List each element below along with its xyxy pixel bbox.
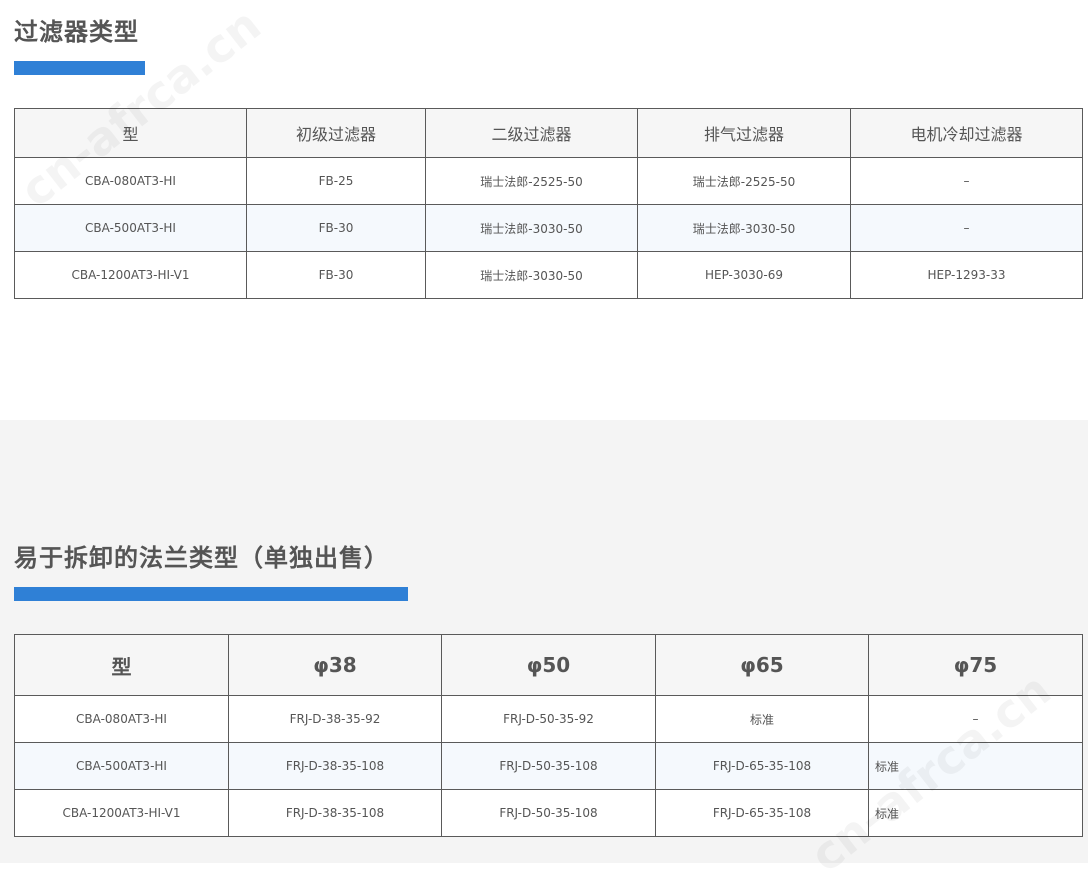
cell-phi50: FRJ-D-50-35-108 — [441, 742, 656, 790]
cell-model: CBA-1200AT3-HI-V1 — [14, 789, 229, 837]
cell-phi38: FRJ-D-38-35-92 — [228, 695, 442, 743]
cell-motor-cooling-filter: – — [850, 157, 1083, 205]
header-model: 型 — [14, 108, 247, 158]
cell-exhaust-filter: HEP-3030-69 — [637, 251, 851, 299]
cell-phi75: 标准 — [868, 742, 1083, 790]
section-title-flange-types: 易于拆卸的法兰类型（单独出售） — [14, 544, 389, 572]
table-header-row: 型 初级过滤器 二级过滤器 排气过滤器 电机冷却过滤器 — [14, 108, 1083, 158]
cell-phi38: FRJ-D-38-35-108 — [228, 789, 442, 837]
cell-exhaust-filter: 瑞士法郎-2525-50 — [637, 157, 851, 205]
cell-phi75: 标准 — [868, 789, 1083, 837]
cell-phi50: FRJ-D-50-35-108 — [441, 789, 656, 837]
cell-motor-cooling-filter: HEP-1293-33 — [850, 251, 1083, 299]
table-row: CBA-080AT3-HI FB-25 瑞士法郎-2525-50 瑞士法郎-25… — [14, 157, 1083, 205]
cell-secondary-filter: 瑞士法郎-3030-50 — [425, 204, 638, 252]
header-phi75: φ75 — [868, 634, 1083, 696]
cell-phi65: FRJ-D-65-35-108 — [655, 742, 869, 790]
filter-types-section: 过滤器类型 型 初级过滤器 二级过滤器 排气过滤器 电机冷却过滤器 CBA-08… — [0, 0, 1088, 420]
cell-secondary-filter: 瑞士法郎-2525-50 — [425, 157, 638, 205]
table-row: CBA-1200AT3-HI-V1 FB-30 瑞士法郎-3030-50 HEP… — [14, 251, 1083, 299]
header-phi50: φ50 — [441, 634, 656, 696]
cell-model: CBA-1200AT3-HI-V1 — [14, 251, 247, 299]
header-primary-filter: 初级过滤器 — [246, 108, 426, 158]
cell-model: CBA-500AT3-HI — [14, 204, 247, 252]
cell-model: CBA-080AT3-HI — [14, 695, 229, 743]
header-model: 型 — [14, 634, 229, 696]
header-phi65: φ65 — [655, 634, 869, 696]
filter-types-table: 型 初级过滤器 二级过滤器 排气过滤器 电机冷却过滤器 CBA-080AT3-H… — [14, 108, 1083, 299]
header-exhaust-filter: 排气过滤器 — [637, 108, 851, 158]
title-accent-bar — [14, 587, 408, 601]
table-header-row: 型 φ38 φ50 φ65 φ75 — [14, 634, 1083, 696]
cell-secondary-filter: 瑞士法郎-3030-50 — [425, 251, 638, 299]
table-row: CBA-080AT3-HI FRJ-D-38-35-92 FRJ-D-50-35… — [14, 695, 1083, 743]
flange-types-table: 型 φ38 φ50 φ65 φ75 CBA-080AT3-HI FRJ-D-38… — [14, 634, 1083, 837]
cell-exhaust-filter: 瑞士法郎-3030-50 — [637, 204, 851, 252]
title-accent-bar — [14, 61, 145, 75]
header-secondary-filter: 二级过滤器 — [425, 108, 638, 158]
table-row: CBA-1200AT3-HI-V1 FRJ-D-38-35-108 FRJ-D-… — [14, 789, 1083, 837]
cell-phi65: 标准 — [655, 695, 869, 743]
cell-phi75: – — [868, 695, 1083, 743]
cell-model: CBA-500AT3-HI — [14, 742, 229, 790]
cell-primary-filter: FB-25 — [246, 157, 426, 205]
cell-phi65: FRJ-D-65-35-108 — [655, 789, 869, 837]
table-row: CBA-500AT3-HI FB-30 瑞士法郎-3030-50 瑞士法郎-30… — [14, 204, 1083, 252]
table-row: CBA-500AT3-HI FRJ-D-38-35-108 FRJ-D-50-3… — [14, 742, 1083, 790]
section-title-filter-types: 过滤器类型 — [14, 18, 139, 46]
header-phi38: φ38 — [228, 634, 442, 696]
cell-phi50: FRJ-D-50-35-92 — [441, 695, 656, 743]
cell-model: CBA-080AT3-HI — [14, 157, 247, 205]
cell-primary-filter: FB-30 — [246, 251, 426, 299]
cell-primary-filter: FB-30 — [246, 204, 426, 252]
flange-types-section: 易于拆卸的法兰类型（单独出售） 型 φ38 φ50 φ65 φ75 CBA-08… — [0, 420, 1088, 863]
cell-phi38: FRJ-D-38-35-108 — [228, 742, 442, 790]
cell-motor-cooling-filter: – — [850, 204, 1083, 252]
header-motor-cooling-filter: 电机冷却过滤器 — [850, 108, 1083, 158]
